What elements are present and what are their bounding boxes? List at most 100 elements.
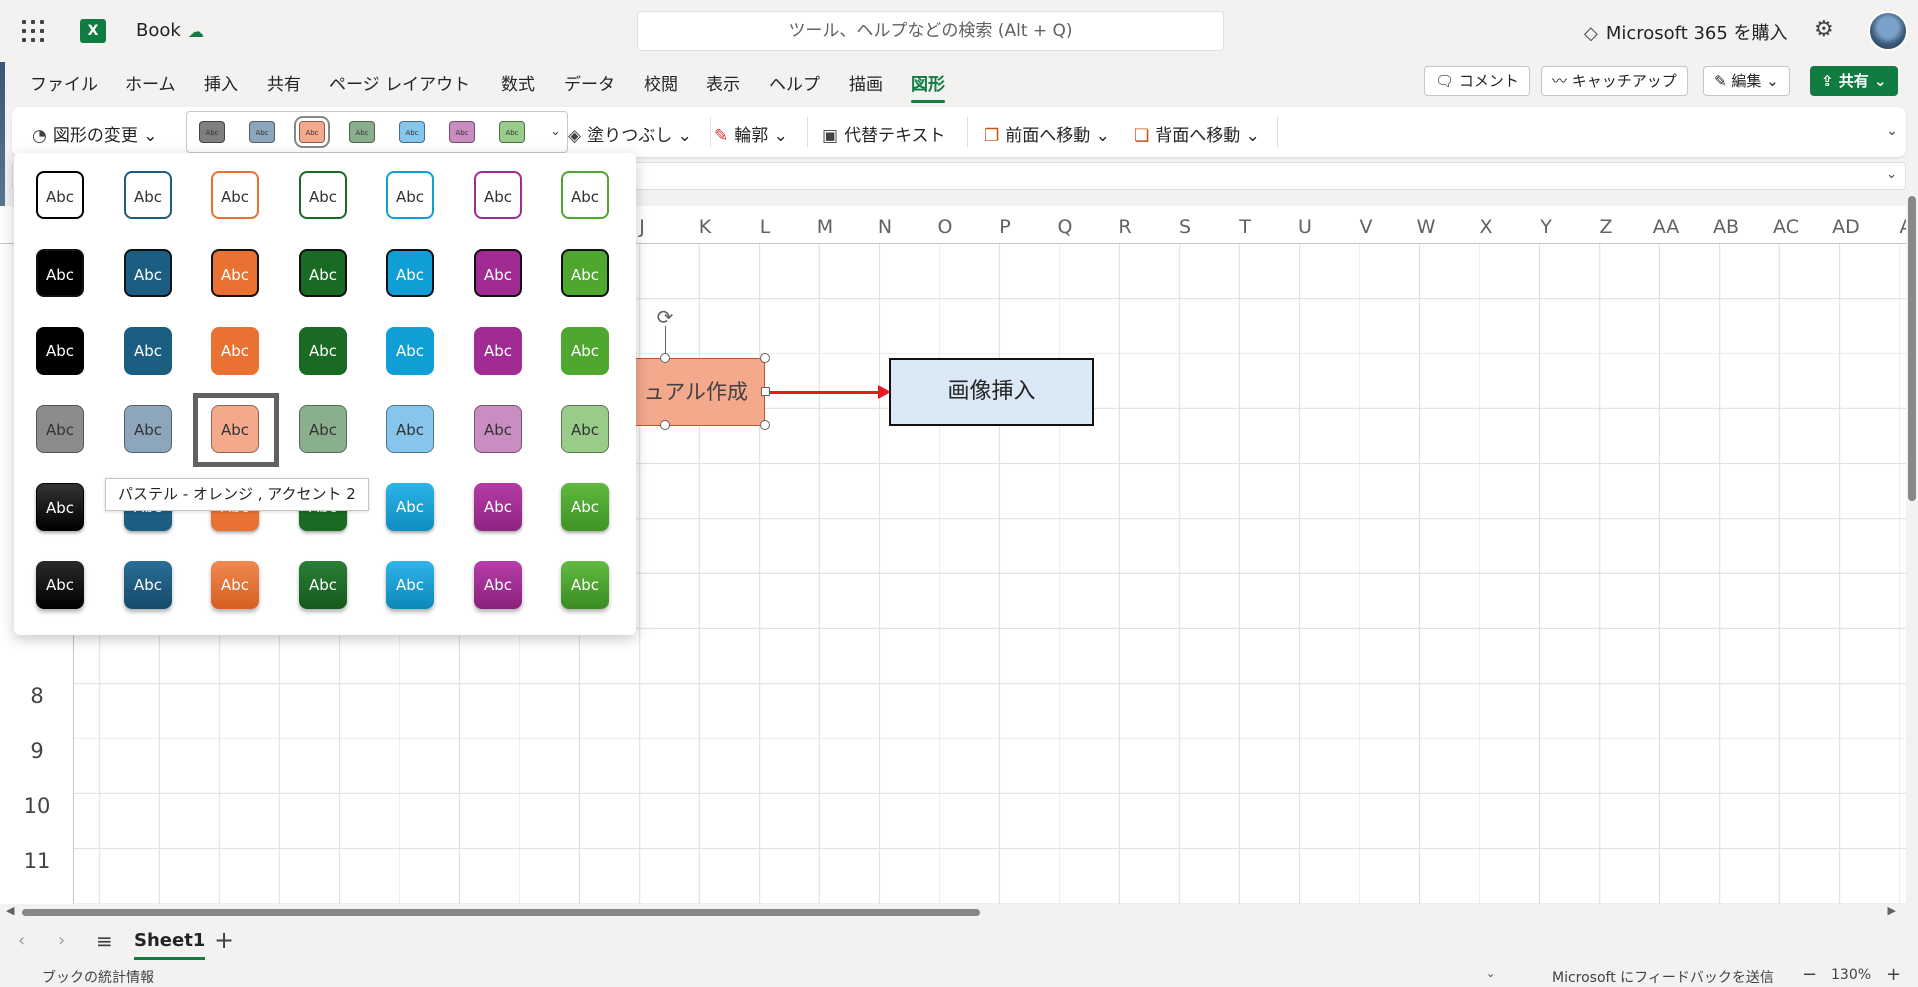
zoom-in-button[interactable]: + xyxy=(1886,964,1901,985)
style-swatch[interactable]: Abc xyxy=(474,483,522,531)
column-header[interactable]: AC xyxy=(1756,216,1816,238)
style-swatch[interactable]: Abc xyxy=(36,561,84,609)
column-header[interactable]: K xyxy=(675,216,735,238)
buy-ms365-button[interactable]: ◇ Microsoft 365 を購入 xyxy=(1584,19,1788,45)
add-sheet-icon[interactable]: + xyxy=(214,926,234,954)
chevron-down-icon[interactable]: ⌄ xyxy=(1486,967,1495,980)
comment-button[interactable]: 🗨 コメント xyxy=(1424,66,1530,96)
horizontal-scrollbar[interactable]: ◀ ▶ xyxy=(0,904,1906,920)
column-header[interactable]: U xyxy=(1275,216,1335,238)
outline-button[interactable]: ✎ 輪郭 ⌄ xyxy=(714,121,788,146)
style-swatch[interactable]: Abc xyxy=(36,171,84,219)
zoom-out-button[interactable]: − xyxy=(1802,964,1817,985)
style-swatch[interactable]: Abc xyxy=(474,561,522,609)
row-header[interactable]: 8 xyxy=(0,684,74,708)
horizontal-scroll-thumb[interactable] xyxy=(22,909,980,916)
tab-review[interactable]: 校閲 xyxy=(644,70,678,95)
style-swatch[interactable]: Abc xyxy=(386,171,434,219)
style-swatch[interactable]: Abc xyxy=(299,327,347,375)
column-header[interactable]: AD xyxy=(1816,216,1876,238)
column-header[interactable]: M xyxy=(795,216,855,238)
style-swatch[interactable]: Abc xyxy=(561,405,609,453)
resize-handle[interactable] xyxy=(760,420,770,430)
style-swatch[interactable]: Abc xyxy=(124,171,172,219)
column-header[interactable]: AA xyxy=(1636,216,1696,238)
tab-home[interactable]: ホーム xyxy=(125,70,176,95)
style-swatch[interactable]: Abc xyxy=(124,405,172,453)
next-sheet-chevron-icon[interactable]: › xyxy=(58,930,65,951)
column-header[interactable]: V xyxy=(1336,216,1396,238)
connector-arrow[interactable] xyxy=(770,391,880,394)
style-swatch[interactable]: Abc xyxy=(474,249,522,297)
style-swatch[interactable]: Abc xyxy=(561,171,609,219)
style-swatch[interactable]: Abc xyxy=(474,327,522,375)
style-swatch[interactable]: Abc xyxy=(386,561,434,609)
column-header[interactable]: N xyxy=(855,216,915,238)
app-launcher-icon[interactable] xyxy=(22,20,44,42)
tab-formulas[interactable]: 数式 xyxy=(501,70,535,95)
scroll-right-arrow-icon[interactable]: ▶ xyxy=(1888,904,1896,917)
style-swatch[interactable]: Abc xyxy=(561,561,609,609)
row-header[interactable]: 11 xyxy=(0,849,74,873)
tab-file[interactable]: ファイル xyxy=(30,70,98,95)
tab-shape-format[interactable]: 図形 xyxy=(911,70,945,103)
resize-handle[interactable] xyxy=(660,420,670,430)
style-swatch[interactable]: Abc xyxy=(36,483,84,531)
style-gallery-item[interactable]: Abc xyxy=(399,121,425,143)
style-swatch[interactable]: Abc xyxy=(561,249,609,297)
workbook-stats-link[interactable]: ブックの統計情報 xyxy=(42,967,154,987)
column-header[interactable]: L xyxy=(735,216,795,238)
tab-page-layout[interactable]: ページ レイアウト xyxy=(329,70,470,95)
feedback-link[interactable]: Microsoft にフィードバックを送信 xyxy=(1552,967,1774,987)
column-header[interactable]: O xyxy=(915,216,975,238)
change-shape-button[interactable]: ◔ 図形の変更 ⌄ xyxy=(32,121,158,146)
style-swatch[interactable]: Abc xyxy=(124,327,172,375)
style-swatch[interactable]: Abc xyxy=(211,249,259,297)
settings-gear-icon[interactable]: ⚙ xyxy=(1814,17,1834,42)
tab-draw[interactable]: 描画 xyxy=(849,70,883,95)
bring-forward-button[interactable]: ❐ 前面へ移動 ⌄ xyxy=(984,121,1110,146)
all-sheets-menu-icon[interactable]: ≡ xyxy=(96,929,113,953)
column-header[interactable]: A xyxy=(1876,216,1907,238)
style-swatch[interactable]: Abc xyxy=(124,561,172,609)
fill-button[interactable]: ◈ 塗りつぶし ⌄ xyxy=(568,121,692,146)
style-gallery-item-selected[interactable]: Abc xyxy=(294,116,330,148)
column-header[interactable]: AB xyxy=(1696,216,1756,238)
avatar[interactable] xyxy=(1868,11,1908,51)
style-swatch[interactable]: Abc xyxy=(299,561,347,609)
column-header[interactable]: P xyxy=(975,216,1035,238)
ribbon-collapse-chevron-icon[interactable]: ⌄ xyxy=(1886,123,1898,139)
column-header[interactable]: Y xyxy=(1516,216,1576,238)
resize-handle[interactable] xyxy=(660,353,670,363)
column-header[interactable]: S xyxy=(1155,216,1215,238)
formula-expand-chevron-icon[interactable]: ⌄ xyxy=(1886,167,1897,182)
prev-sheet-chevron-icon[interactable]: ‹ xyxy=(18,930,25,951)
column-header[interactable]: T xyxy=(1215,216,1275,238)
image-insert-shape[interactable]: 画像挿入 xyxy=(889,358,1094,426)
search-input[interactable]: ツール、ヘルプなどの検索 (Alt + Q) xyxy=(637,11,1224,51)
vertical-scrollbar[interactable] xyxy=(1906,190,1918,904)
tab-help[interactable]: ヘルプ xyxy=(769,70,820,95)
column-header[interactable]: Z xyxy=(1576,216,1636,238)
resize-handle[interactable] xyxy=(760,353,770,363)
column-header[interactable]: W xyxy=(1396,216,1456,238)
cloud-saved-icon[interactable]: ☁ xyxy=(188,22,204,41)
tab-data[interactable]: データ xyxy=(564,70,615,95)
style-swatch[interactable]: Abc xyxy=(386,405,434,453)
style-swatch[interactable]: Abc xyxy=(36,327,84,375)
style-swatch[interactable]: Abc xyxy=(36,249,84,297)
column-header[interactable]: X xyxy=(1456,216,1516,238)
style-swatch[interactable]: Abc xyxy=(386,327,434,375)
style-swatch[interactable]: Abc xyxy=(124,249,172,297)
style-swatch[interactable]: Abc xyxy=(211,561,259,609)
edit-mode-button[interactable]: ✎ 編集 ⌄ xyxy=(1703,66,1790,96)
style-gallery-item[interactable]: Abc xyxy=(499,121,525,143)
style-swatch[interactable]: Abc xyxy=(474,171,522,219)
style-swatch[interactable]: Abc xyxy=(561,327,609,375)
share-button[interactable]: ⇪ 共有 ⌄ xyxy=(1810,66,1898,96)
style-swatch[interactable]: Abc xyxy=(386,483,434,531)
zoom-level[interactable]: 130% xyxy=(1831,967,1871,983)
style-gallery-item[interactable]: Abc xyxy=(449,121,475,143)
vertical-scroll-thumb[interactable] xyxy=(1908,196,1916,501)
sheet-tab-sheet1[interactable]: Sheet1 xyxy=(134,930,206,960)
